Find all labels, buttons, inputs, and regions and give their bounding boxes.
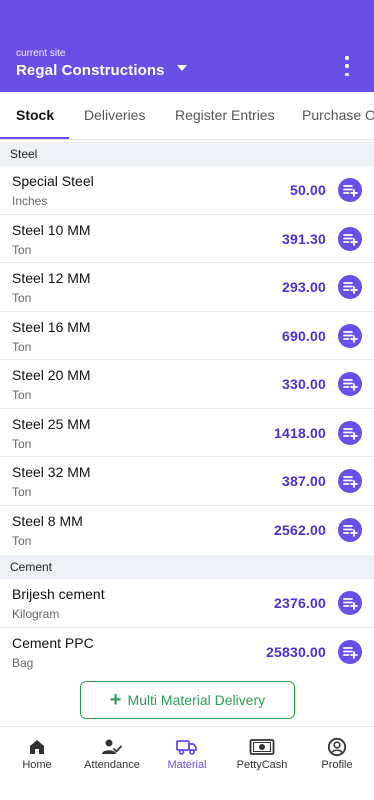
material-name: Steel 8 MM — [12, 512, 83, 529]
material-quantity: 1418.00 — [273, 424, 326, 441]
nav-pettycash-label: PettyCash — [236, 759, 288, 771]
chevron-down-icon — [176, 64, 187, 71]
material-unit: Ton — [12, 242, 32, 257]
nav-home[interactable]: Home — [0, 727, 74, 800]
bottom-navigation: Home Attendance Material PettyCash Profi… — [0, 726, 374, 800]
nav-attendance[interactable]: Attendance — [75, 727, 149, 800]
material-row[interactable]: Steel 8 MM Ton 2562.00 — [0, 506, 374, 555]
material-quantity: 25830.00 — [266, 643, 326, 660]
multi-material-delivery-button[interactable]: + Multi Material Delivery — [80, 681, 295, 719]
material-unit: Kilogram — [12, 607, 60, 621]
nav-home-label: Home — [22, 759, 52, 771]
material-quantity: 50.00 — [289, 182, 326, 198]
material-quantity: 330.00 — [281, 376, 326, 392]
nav-profile[interactable]: Profile — [300, 727, 374, 800]
material-name: Steel 10 MM — [12, 221, 91, 238]
material-name: Steel 16 MM — [12, 318, 91, 335]
more-options-icon[interactable] — [340, 56, 354, 76]
material-row[interactable]: Steel 25 MM Ton 1418.00 — [0, 409, 374, 457]
material-unit: Ton — [12, 388, 32, 402]
add-to-list-icon[interactable] — [338, 178, 362, 202]
tab-bar: Stock Deliveries Register Entries Purcha… — [0, 92, 374, 140]
material-unit: Bag — [12, 655, 34, 670]
section-header-steel: Steel — [0, 142, 374, 166]
material-row[interactable]: Steel 10 MM Ton 391.30 — [0, 215, 374, 263]
material-row[interactable]: Special Steel Inches 50.00 — [0, 166, 374, 215]
add-to-list-icon[interactable] — [338, 420, 362, 445]
material-name: Steel 12 MM — [12, 270, 91, 286]
material-unit: Ton — [12, 485, 32, 499]
tab-purchase-orders[interactable]: Purchase Or — [302, 92, 374, 138]
material-quantity: 690.00 — [281, 327, 326, 344]
nav-material[interactable]: Material — [150, 727, 224, 800]
add-to-list-icon[interactable] — [338, 469, 362, 493]
material-row[interactable]: Steel 20 MM Ton 330.00 — [0, 360, 374, 409]
material-quantity: 293.00 — [281, 279, 326, 295]
material-quantity: 2562.00 — [273, 521, 326, 538]
material-row[interactable]: Brijesh cement Kilogram 2376.00 — [0, 579, 374, 628]
add-to-list-icon[interactable] — [338, 591, 362, 615]
add-to-list-icon[interactable] — [338, 323, 362, 348]
tab-register-entries[interactable]: Register Entries — [175, 92, 275, 138]
material-quantity: 387.00 — [281, 473, 326, 489]
tab-deliveries[interactable]: Deliveries — [84, 92, 145, 138]
material-name: Steel 32 MM — [12, 464, 91, 480]
nav-profile-label: Profile — [321, 759, 353, 771]
active-tab-indicator — [0, 137, 69, 139]
add-to-list-icon[interactable] — [338, 226, 362, 251]
material-row[interactable]: Steel 16 MM Ton 690.00 — [0, 312, 374, 360]
site-name: Regal Constructions — [16, 62, 165, 79]
plus-icon: + — [109, 689, 122, 711]
nav-material-label: Material — [167, 759, 207, 771]
material-quantity: 391.30 — [281, 230, 326, 247]
material-quantity: 2376.00 — [273, 595, 326, 611]
material-row[interactable]: Steel 32 MM Ton 387.00 — [0, 457, 374, 506]
material-row[interactable]: Steel 12 MM Ton 293.00 — [0, 263, 374, 312]
nav-attendance-label: Attendance — [84, 759, 140, 771]
material-name: Steel 20 MM — [12, 367, 91, 383]
material-name: Steel 25 MM — [12, 415, 91, 432]
material-name: Special Steel — [12, 173, 94, 189]
site-caption: current site — [16, 48, 66, 59]
material-unit: Inches — [12, 194, 48, 208]
tab-stock[interactable]: Stock — [16, 92, 54, 138]
add-to-list-icon[interactable] — [338, 517, 362, 542]
material-unit: Ton — [12, 533, 32, 548]
material-name: Brijesh cement — [12, 586, 105, 602]
section-header-cement: Cement — [0, 555, 374, 579]
material-row[interactable]: Cement PPC Bag 25830.00 — [0, 628, 374, 677]
material-unit: Ton — [12, 291, 32, 305]
add-to-list-icon[interactable] — [338, 639, 362, 664]
add-to-list-icon[interactable] — [338, 275, 362, 299]
add-to-list-icon[interactable] — [338, 372, 362, 396]
app-header: current site Regal Constructions — [0, 0, 374, 92]
site-selector[interactable]: Regal Constructions — [16, 62, 187, 79]
nav-pettycash[interactable]: PettyCash — [225, 727, 299, 800]
material-unit: Ton — [12, 436, 32, 451]
material-name: Cement PPC — [12, 634, 94, 651]
material-unit: Ton — [12, 339, 32, 354]
multi-material-delivery-label: Multi Material Delivery — [127, 692, 266, 708]
